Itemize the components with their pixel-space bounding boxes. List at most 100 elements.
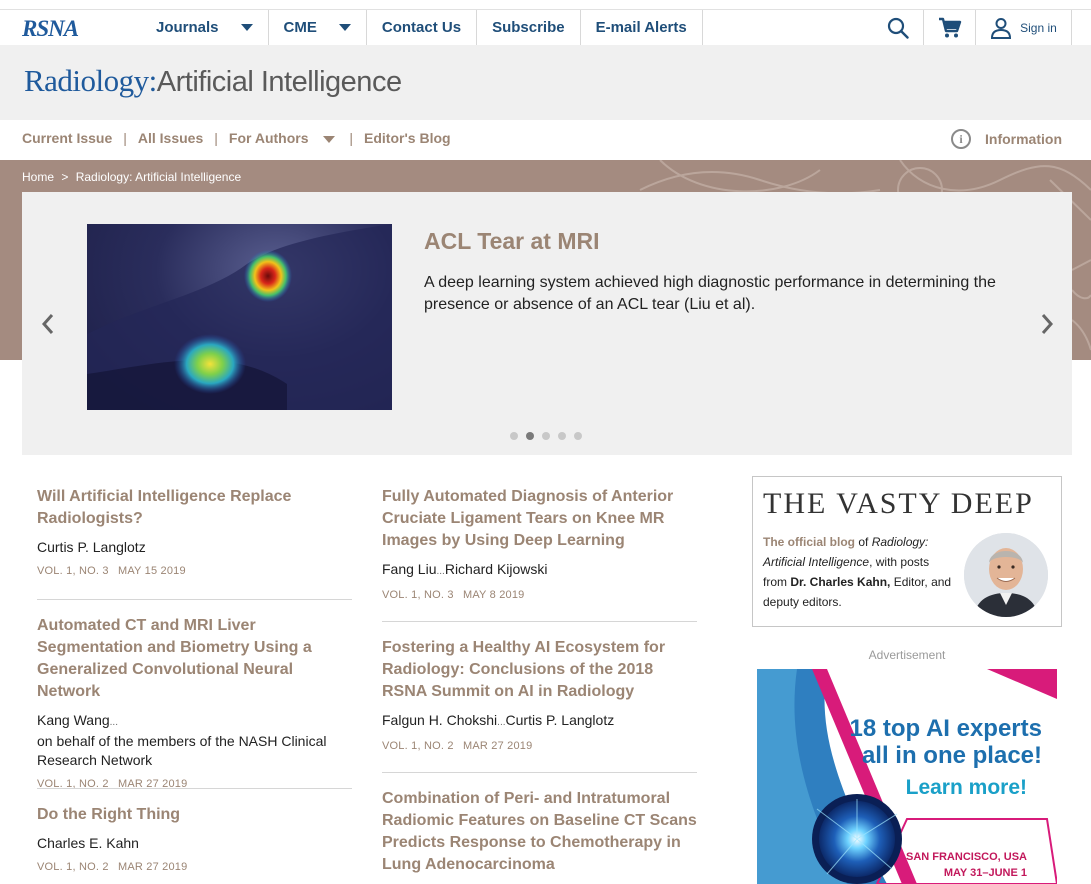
author-ellipsis: ... xyxy=(109,717,118,728)
blog-text-1: of xyxy=(855,535,872,549)
article-card: Automated CT and MRI Liver Segmentation … xyxy=(37,615,352,790)
article-author-name: Kang Wang xyxy=(37,712,110,728)
search-icon xyxy=(887,17,909,39)
nav-journals-label: Journals xyxy=(156,19,219,36)
chevron-right-icon[interactable] xyxy=(1039,312,1055,336)
slide-image[interactable] xyxy=(87,224,392,410)
ad-headline-line2: all in one place! xyxy=(861,742,1042,769)
caret-down-icon xyxy=(323,136,336,143)
article-date: MAR 27 2019 xyxy=(462,740,533,752)
nav-journals[interactable]: Journals xyxy=(140,10,269,45)
ad-event-info: SAN FRANCISCO, USA MAY 31–JUNE 1 xyxy=(906,849,1027,881)
subnav-separator: | xyxy=(123,130,127,146)
article-author: Fang Liu...Richard Kijowski xyxy=(382,560,697,581)
chevron-left-icon[interactable] xyxy=(40,312,56,336)
article-meta: VOL. 1, NO. 3 MAY 15 2019 xyxy=(37,565,352,577)
blog-promo[interactable]: THE VASTY DEEP The official blog of Radi… xyxy=(752,476,1062,627)
journal-header: Radiology:Artificial Intelligence xyxy=(0,45,1091,120)
advertisement-label: Advertisement xyxy=(868,648,946,662)
slide-description: A deep learning system achieved high dia… xyxy=(424,274,996,313)
author-ellipsis: ... xyxy=(497,717,506,728)
featured-carousel: ACL Tear at MRI A deep learning system a… xyxy=(22,192,1072,455)
article-author: Curtis P. Langlotz xyxy=(37,539,146,555)
article-card: Will Artificial Intelligence Replace Rad… xyxy=(37,486,352,577)
carousel-dot[interactable] xyxy=(558,432,566,440)
divider xyxy=(37,788,352,789)
top-navigation: RSNA Journals CME Contact Us Subscribe E… xyxy=(0,9,1091,45)
subnav-items: Current Issue | All Issues | For Authors… xyxy=(22,130,451,146)
caret-down-icon xyxy=(338,24,351,31)
carousel-dot[interactable] xyxy=(542,432,550,440)
article-volume: VOL. 1, NO. 3 xyxy=(37,565,109,577)
article-date: MAY 8 2019 xyxy=(462,589,525,601)
ad-location: SAN FRANCISCO, USA xyxy=(905,851,1027,863)
article-author: Falgun H. Chokshi...Curtis P. Langlotz xyxy=(382,711,697,732)
subnav-editors-blog[interactable]: Editor's Blog xyxy=(364,130,451,146)
article-title[interactable]: Fully Automated Diagnosis of Anterior Cr… xyxy=(382,486,697,552)
carousel-dot[interactable] xyxy=(510,432,518,440)
rsna-logo[interactable]: RSNA xyxy=(22,16,79,42)
article-title[interactable]: Combination of Peri- and Intratumoral Ra… xyxy=(382,788,697,876)
subnav-all-issues[interactable]: All Issues xyxy=(138,130,203,146)
cart-icon xyxy=(938,17,961,37)
article-author-last: Richard Kijowski xyxy=(444,561,548,577)
ad-headline: 18 top AI experts all in one place! xyxy=(849,715,1042,769)
caret-down-icon xyxy=(240,24,253,31)
journal-title-suffix: Artificial Intelligence xyxy=(156,66,402,98)
article-author: Kang Wang... on behalf of the members of… xyxy=(37,711,352,770)
divider xyxy=(382,772,697,773)
breadcrumb-home[interactable]: Home xyxy=(22,170,54,184)
subnav-separator: | xyxy=(214,130,218,146)
information-link[interactable]: i Information xyxy=(951,129,1062,149)
information-label: Information xyxy=(985,131,1062,147)
article-title[interactable]: Do the Right Thing xyxy=(37,804,352,826)
nav-contact-label: Contact Us xyxy=(381,19,462,36)
search-button[interactable] xyxy=(873,10,923,45)
carousel-dots xyxy=(510,432,590,440)
subnav-separator: | xyxy=(349,130,354,146)
top-actions: Sign in xyxy=(873,10,1072,45)
article-card: Fostering a Healthy AI Ecosystem for Rad… xyxy=(382,637,697,752)
article-author-group: on behalf of the members of the NASH Cli… xyxy=(37,733,327,768)
article-author-last: Curtis P. Langlotz xyxy=(505,712,615,728)
article-title[interactable]: Fostering a Healthy AI Ecosystem for Rad… xyxy=(382,637,697,703)
article-card: Fully Automated Diagnosis of Anterior Cr… xyxy=(382,486,697,601)
carousel-dot[interactable] xyxy=(526,432,534,440)
article-volume: VOL. 1, NO. 2 xyxy=(37,861,109,873)
journal-title[interactable]: Radiology:Artificial Intelligence xyxy=(24,63,402,99)
mri-heatmap-image xyxy=(87,224,392,410)
article-meta: VOL. 1, NO. 3 MAY 8 2019 xyxy=(382,589,697,601)
breadcrumb-separator: > xyxy=(61,170,69,184)
article-date: MAY 15 2019 xyxy=(117,565,186,577)
sign-in-button[interactable]: Sign in xyxy=(975,10,1072,45)
nav-subscribe-label: Subscribe xyxy=(492,19,565,36)
cart-button[interactable] xyxy=(923,10,975,45)
subnav-for-authors[interactable]: For Authors xyxy=(229,130,336,146)
article-title[interactable]: Automated CT and MRI Liver Segmentation … xyxy=(37,615,352,703)
blog-title: THE VASTY DEEP xyxy=(763,487,1034,520)
slide-title[interactable]: ACL Tear at MRI xyxy=(424,228,600,255)
article-volume: VOL. 1, NO. 3 xyxy=(382,589,454,601)
subnav-current-issue[interactable]: Current Issue xyxy=(22,130,112,146)
article-card: Do the Right Thing Charles E. Kahn VOL. … xyxy=(37,804,352,873)
article-card: Combination of Peri- and Intratumoral Ra… xyxy=(382,788,697,876)
article-title[interactable]: Will Artificial Intelligence Replace Rad… xyxy=(37,486,352,530)
sign-in-label: Sign in xyxy=(1020,20,1057,35)
journal-title-prefix: Radiology: xyxy=(24,63,157,98)
nav-email-alerts[interactable]: E-mail Alerts xyxy=(581,10,703,45)
advertisement-banner[interactable]: 18 top AI experts all in one place! Lear… xyxy=(757,669,1057,884)
nav-subscribe[interactable]: Subscribe xyxy=(477,10,581,45)
nav-contact-us[interactable]: Contact Us xyxy=(367,10,478,45)
author-ellipsis: ... xyxy=(436,566,445,577)
nav-cme[interactable]: CME xyxy=(269,10,367,45)
divider xyxy=(37,599,352,600)
blog-lead: The official blog xyxy=(763,535,855,549)
ad-headline-line1: 18 top AI experts xyxy=(849,715,1042,742)
ad-dates: MAY 31–JUNE 1 xyxy=(943,867,1027,879)
breadcrumb-current: Radiology: Artificial Intelligence xyxy=(75,170,242,184)
carousel-dot[interactable] xyxy=(574,432,582,440)
breadcrumb: Home > Radiology: Artificial Intelligenc… xyxy=(22,170,241,184)
info-icon: i xyxy=(951,129,971,149)
top-rule xyxy=(0,0,1091,9)
ad-cta[interactable]: Learn more! xyxy=(906,776,1027,800)
